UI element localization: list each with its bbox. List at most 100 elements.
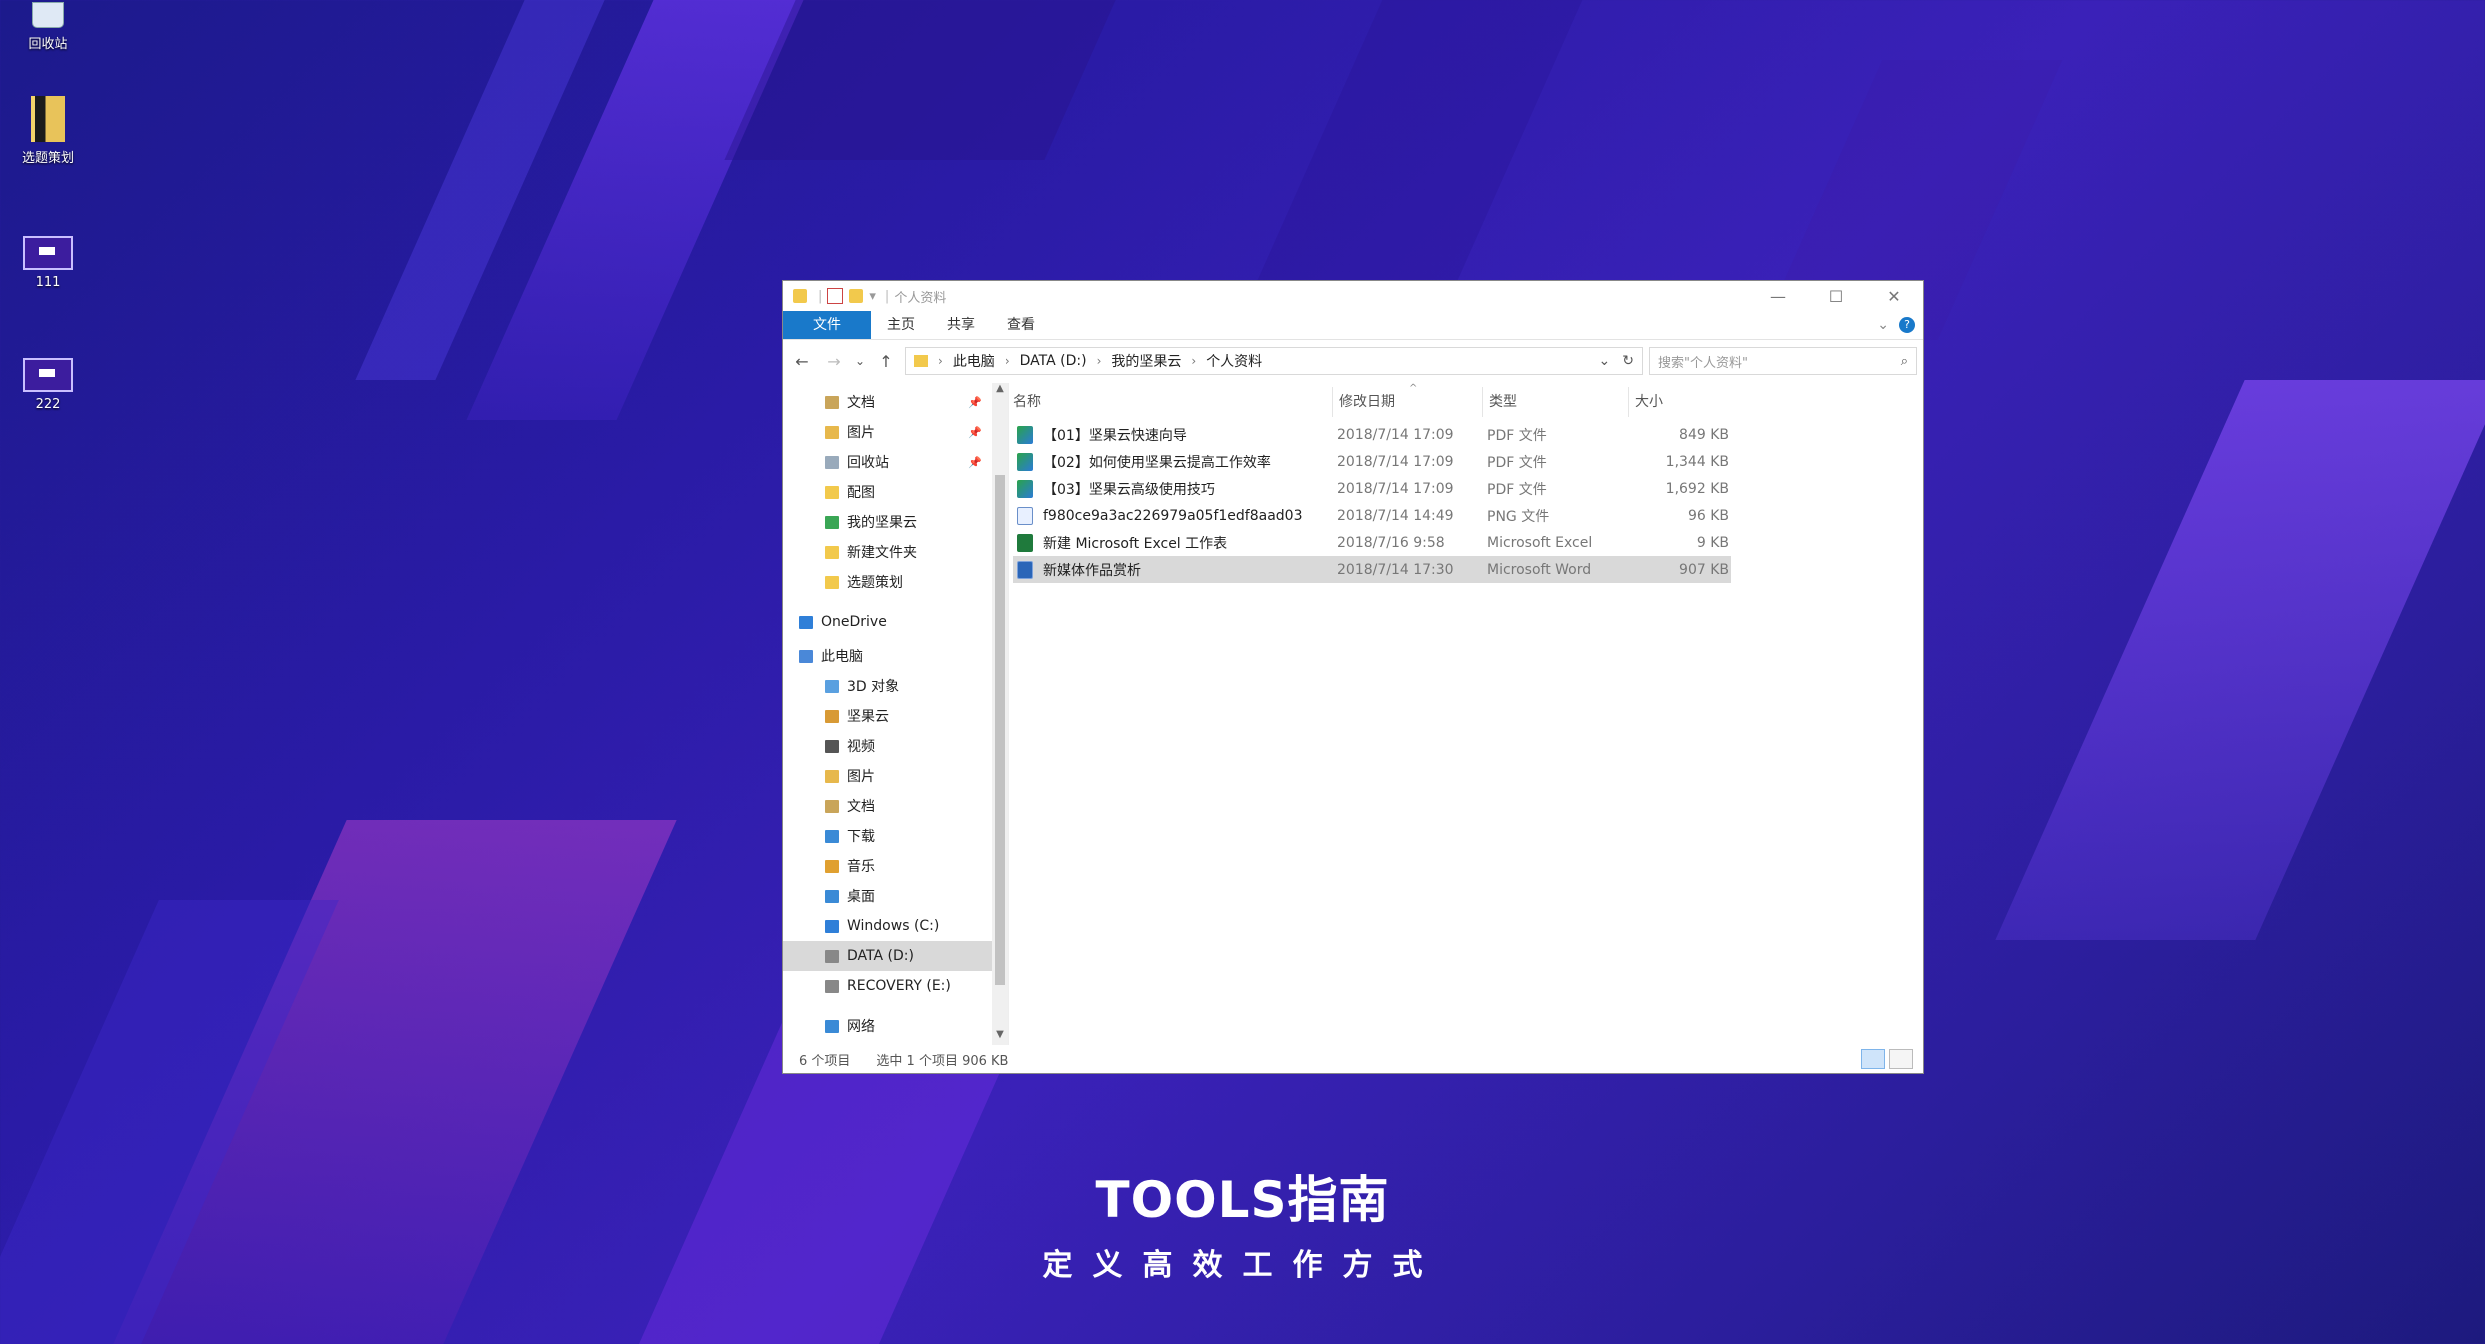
file-name-cell: f980ce9a3ac226979a05f1edf8aad03 — [1013, 506, 1337, 525]
back-button[interactable]: ← — [789, 352, 815, 371]
file-size: 849 KB — [1679, 426, 1729, 443]
nav-item-label: 下载 — [847, 829, 875, 845]
breadcrumb-data-drive[interactable]: DATA (D:) — [1020, 353, 1087, 369]
breadcrumb-jianguoyun[interactable]: 我的坚果云 — [1111, 351, 1181, 371]
nav-item[interactable]: DATA (D:) — [783, 941, 1008, 971]
nav-item[interactable]: 网络 — [783, 1011, 1008, 1041]
file-explorer-window: | ▾ | 个人资料 — ☐ ✕ 文件 主页 共享 查看 ⌄ ? ← → ⌄ ↑… — [782, 280, 1924, 1074]
scroll-thumb[interactable] — [995, 475, 1005, 985]
nav-item[interactable]: RECOVERY (E:) — [783, 971, 1008, 1001]
desktop-icon-folder[interactable]: 选题策划 — [12, 96, 84, 166]
file-type: PDF 文件 — [1487, 454, 1547, 471]
file-row[interactable]: 【03】坚果云高级使用技巧 2018/7/14 17:09 PDF 文件 1,692 … — [1013, 475, 1731, 502]
folder-icon — [825, 769, 839, 783]
file-date: 2018/7/14 17:09 — [1337, 426, 1454, 443]
address-bar[interactable]: › 此电脑 › DATA (D:) › 我的坚果云 › 个人资料 ⌄ ↻ — [905, 347, 1643, 375]
nav-item[interactable]: 图片 — [783, 761, 1008, 791]
nav-item[interactable]: 配图 — [783, 477, 1008, 507]
nav-scrollbar[interactable]: ▲ ▼ — [992, 383, 1008, 1045]
nav-item-label: 新建文件夹 — [847, 545, 917, 561]
pdf-file-icon — [1017, 425, 1033, 444]
drive-icon — [825, 979, 839, 993]
nav-item[interactable]: 选题策划 — [783, 567, 1008, 597]
nav-item[interactable]: 3D 对象 — [783, 671, 1008, 701]
scroll-down-icon[interactable]: ▼ — [992, 1029, 1008, 1045]
nav-item[interactable]: 此电脑 — [783, 641, 1008, 671]
folder-icon — [825, 799, 839, 813]
large-icons-view-icon[interactable] — [1889, 1049, 1913, 1069]
nav-item[interactable]: OneDrive — [783, 607, 1008, 637]
nav-item[interactable]: 文档 — [783, 791, 1008, 821]
nav-item[interactable]: 视频 — [783, 731, 1008, 761]
file-name: 【01】坚果云快速向导 — [1043, 427, 1187, 444]
tab-share[interactable]: 共享 — [931, 311, 991, 339]
nav-item[interactable]: 桌面 — [783, 881, 1008, 911]
close-button[interactable]: ✕ — [1865, 287, 1923, 306]
file-row[interactable]: f980ce9a3ac226979a05f1edf8aad03 2018/7/14… — [1013, 502, 1731, 529]
breadcrumb-personal[interactable]: 个人资料 — [1206, 351, 1262, 371]
column-name[interactable]: 名称 — [1007, 387, 1333, 417]
new-folder-icon[interactable] — [849, 289, 864, 303]
nav-item-label: 网络 — [847, 1019, 875, 1035]
folder-icon — [825, 859, 839, 873]
nav-item[interactable]: 新建文件夹 — [783, 537, 1008, 567]
nav-item[interactable]: 文档 📌 — [783, 387, 1008, 417]
properties-icon[interactable] — [827, 288, 844, 304]
nav-item[interactable]: 下载 — [783, 821, 1008, 851]
file-row[interactable]: 【01】坚果云快速向导 2018/7/14 17:09 PDF 文件 849 KB — [1013, 421, 1731, 448]
file-row[interactable]: 新媒体作品赏析 2018/7/14 17:30 Microsoft Word 907 … — [1013, 556, 1731, 583]
folder-icon — [825, 739, 839, 753]
folder-icon — [914, 355, 928, 367]
up-button[interactable]: ↑ — [873, 352, 899, 371]
file-name-cell: 新媒体作品赏析 — [1013, 560, 1337, 580]
minimize-button[interactable]: — — [1749, 287, 1807, 306]
recycle-bin-icon — [32, 2, 64, 28]
quick-access-dropdown-icon[interactable]: ▾ — [869, 289, 876, 304]
folder-icon — [825, 515, 839, 529]
file-size: 1,344 KB — [1665, 453, 1729, 470]
column-header: ^ 名称 修改日期 类型 大小 — [1009, 383, 1923, 421]
word-file-icon — [1017, 560, 1033, 579]
desktop-icon-recycle-bin[interactable]: 回收站 — [12, 2, 84, 52]
network-icon — [825, 1019, 839, 1033]
item-count: 6 个项目 — [799, 1053, 851, 1069]
forward-button[interactable]: → — [821, 352, 847, 371]
desktop-icon-222[interactable]: 222 — [12, 358, 84, 412]
column-size[interactable]: 大小 — [1629, 387, 1729, 417]
tab-file[interactable]: 文件 — [783, 311, 871, 339]
folder-icon — [799, 649, 813, 663]
folder-icon — [825, 545, 839, 559]
nav-item[interactable]: 我的坚果云 — [783, 507, 1008, 537]
desktop-icon-label: 111 — [35, 275, 61, 290]
tab-view[interactable]: 查看 — [991, 311, 1051, 339]
help-icon[interactable]: ? — [1899, 317, 1915, 333]
search-input[interactable]: 搜索"个人资料" ⌕ — [1649, 347, 1917, 375]
scroll-up-icon[interactable]: ▲ — [992, 383, 1008, 399]
refresh-icon[interactable]: ↻ — [1622, 353, 1634, 369]
nav-item[interactable]: Windows (C:) — [783, 911, 1008, 941]
brand-title: TOOLS指南 — [1095, 1171, 1390, 1229]
file-name-cell: 【01】坚果云快速向导 — [1013, 425, 1337, 445]
nav-item-label: 图片 — [847, 769, 875, 785]
maximize-button[interactable]: ☐ — [1807, 287, 1865, 306]
column-type[interactable]: 类型 — [1483, 387, 1629, 417]
nav-item-label: 选题策划 — [847, 575, 903, 591]
expand-ribbon-icon[interactable]: ⌄ — [1877, 317, 1889, 333]
recent-locations-icon[interactable]: ⌄ — [853, 354, 867, 368]
column-date[interactable]: 修改日期 — [1333, 387, 1483, 417]
nav-item[interactable]: 坚果云 — [783, 701, 1008, 731]
selection-info: 选中 1 个项目 906 KB — [876, 1053, 1009, 1069]
desktop-icon-111[interactable]: 111 — [12, 236, 84, 290]
file-row[interactable]: 【02】如何使用坚果云提高工作效率 2018/7/14 17:09 PDF 文件 1,… — [1013, 448, 1731, 475]
folder-icon — [825, 575, 839, 589]
details-view-icon[interactable] — [1861, 1049, 1885, 1069]
nav-item[interactable]: 音乐 — [783, 851, 1008, 881]
search-icon: ⌕ — [1900, 353, 1908, 369]
nav-item[interactable]: 图片 📌 — [783, 417, 1008, 447]
nav-item[interactable]: 回收站 📌 — [783, 447, 1008, 477]
file-row[interactable]: 新建 Microsoft Excel 工作表 2018/7/16 9:58 Micr… — [1013, 529, 1731, 556]
address-history-icon[interactable]: ⌄ — [1599, 353, 1611, 369]
window-title: 个人资料 — [894, 290, 947, 306]
tab-home[interactable]: 主页 — [871, 311, 931, 339]
breadcrumb-this-pc[interactable]: 此电脑 — [953, 351, 995, 371]
